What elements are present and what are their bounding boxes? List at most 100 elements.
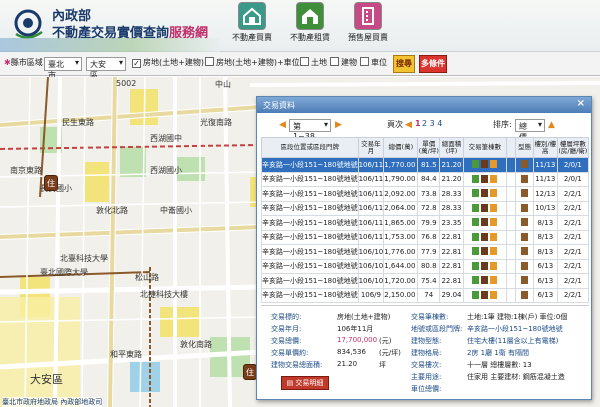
table-cell-date: 106/9 [357, 287, 385, 303]
table-row[interactable]: 辛亥路一小段151~180號地號 106/11 1,753.00 76.8 22.81 8… [261, 229, 590, 245]
table-cell-area: 23.35 [439, 215, 464, 231]
parking-icon [490, 232, 498, 241]
table-cell-addr: 辛亥路一小段151~180號地號 [261, 244, 359, 260]
table-cell-total: 1,770.00 [383, 157, 419, 173]
checkbox-icon[interactable] [300, 57, 309, 66]
table-cell-unit: 80.8 [417, 258, 441, 274]
table-cell-floor: 11/13 [532, 157, 558, 173]
district-select[interactable]: 大安區 [86, 57, 126, 80]
search-button[interactable]: 搜尋 [393, 55, 415, 73]
checkbox-icon[interactable] [330, 57, 339, 66]
table-cell-counts [462, 157, 507, 173]
table-row[interactable]: 辛亥路一小段151~180號地號 106/11 2,064.00 72.8 28.33 1… [261, 200, 590, 216]
parking-icon [490, 290, 498, 299]
table-row[interactable]: 辛亥路一小段151~180號地號 106/11 1,790.00 84.4 21.20 1… [261, 171, 590, 187]
table-cell-area: 22.81 [439, 258, 464, 274]
prev-icon[interactable]: ◀ [405, 120, 412, 130]
land-icon [472, 232, 480, 241]
land-icon [472, 174, 480, 183]
page-links[interactable]: 2 3 4 [422, 119, 442, 128]
building-icon [481, 261, 489, 270]
checkbox-icon[interactable] [205, 57, 214, 66]
option-building[interactable]: 建物 [330, 57, 357, 68]
residence-icon [521, 276, 529, 285]
page-range-select[interactable]: 第 1~38 筆 [289, 119, 331, 151]
city-select[interactable]: 臺北市 [44, 57, 82, 80]
table-cell-addr: 辛亥路一小段151~180號地號 [261, 186, 359, 202]
multi-condition-button[interactable]: 多條件 [419, 55, 447, 73]
house-rent-icon [296, 2, 324, 30]
table-cell-floor: 8/13 [532, 244, 558, 260]
table-cell-date: 106/11 [357, 229, 385, 245]
table-cell-date: 106/11 [357, 200, 385, 216]
checkbox-icon[interactable] [360, 57, 369, 66]
land-icon [472, 276, 480, 285]
land-icon [472, 160, 480, 169]
residence-icon [521, 160, 529, 169]
filter-bar: ✱縣市區域 臺北市 大安區 房地(土地+建物) 房地(土地+建物)+車位 土地 … [0, 52, 600, 80]
table-cell-unit: 77.9 [417, 244, 441, 260]
option-land-building[interactable]: 房地(土地+建物) [132, 57, 204, 68]
building-icon [481, 218, 489, 227]
parking-icon [490, 276, 498, 285]
map-label: 敦化北路 [96, 206, 128, 215]
checkbox-icon[interactable] [132, 59, 141, 68]
nav-sale[interactable]: 不動產買賣 [222, 2, 282, 43]
building-icon [481, 232, 489, 241]
table-cell-rooms: 2/2/1 [556, 258, 590, 274]
table-cell-date: 106/11 [357, 157, 385, 173]
residence-icon [521, 218, 529, 227]
table-cell-type [515, 200, 534, 216]
building-icon [481, 203, 489, 212]
page-current[interactable]: 1 [415, 119, 421, 128]
sort-asc-icon[interactable]: ▲ [548, 120, 555, 130]
parking-icon [490, 189, 498, 198]
table-cell-counts [462, 273, 507, 289]
table-cell-floor: 6/13 [532, 273, 558, 289]
close-icon[interactable]: × [577, 98, 585, 109]
table-cell-counts [462, 258, 507, 274]
option-land[interactable]: 土地 [300, 57, 327, 68]
building-icon [354, 2, 382, 30]
nav-presale[interactable]: 預售屋買賣 [338, 2, 398, 43]
table-cell-type [515, 287, 534, 303]
map-pin-icon[interactable]: 住 [44, 175, 58, 191]
table-cell-floor: 6/13 [532, 258, 558, 274]
nav-rent[interactable]: 不動產租賃 [280, 2, 340, 43]
table-cell-floor: 8/13 [532, 215, 558, 231]
table-cell-floor: 8/13 [532, 229, 558, 245]
table-cell-floor: 11/13 [532, 171, 558, 187]
ministry-logo[interactable] [10, 6, 50, 42]
building-icon [481, 189, 489, 198]
table-row[interactable]: 辛亥路一小段151~180號地號 106/10 1,644.00 80.8 22.81 6… [261, 258, 590, 274]
table-cell-area: 22.81 [439, 229, 464, 245]
residence-icon [521, 203, 529, 212]
table-cell-counts [462, 215, 507, 231]
next-page-icon[interactable]: ▶ [335, 120, 342, 130]
map-label: 南京東路 [10, 166, 42, 175]
table-cell-addr: 辛亥路一小段151~180號地號 [261, 171, 359, 187]
table-row[interactable]: 辛亥路一小段151~180號地號 106/11 2,092.00 73.8 28.33 1… [261, 186, 590, 202]
map-pin-icon[interactable]: 住 [243, 364, 257, 380]
table-row[interactable]: 辛亥路一小段151~180號地號 106/10 1,776.00 77.9 22.81 8… [261, 244, 590, 260]
transaction-detail-button[interactable]: ▤ 交易明細 [281, 376, 329, 390]
sort-select[interactable]: 總價 [515, 119, 545, 142]
table-cell-unit: 72.8 [417, 200, 441, 216]
land-icon [472, 203, 480, 212]
table-row[interactable]: 辛亥路一小段151~180號地號 106/11 1,770.00 81.5 21.20 1… [261, 157, 590, 173]
table-cell-type [515, 258, 534, 274]
table-cell-type [515, 157, 534, 173]
option-parking[interactable]: 車位 [360, 57, 387, 68]
option-land-building-parking[interactable]: 房地(土地+建物)+車位 [205, 57, 300, 68]
map-label: 北臺科技大學 [60, 254, 108, 263]
table-row[interactable]: 辛亥路一小段151~180號地號 106/10 1,720.00 75.4 22.81 6… [261, 273, 590, 289]
table-cell-unit: 84.4 [417, 171, 441, 187]
table-cell-total: 2,064.00 [383, 200, 419, 216]
parking-icon [490, 261, 498, 270]
table-row[interactable]: 辛亥路一小段151~180號地號 106/11 1,865.00 79.9 23.35 8… [261, 215, 590, 231]
prev-page-icon[interactable]: ◀ [279, 120, 286, 130]
parking-icon [490, 160, 498, 169]
table-cell-unit: 81.5 [417, 157, 441, 173]
table-cell-rooms: 2/0/1 [556, 171, 590, 187]
table-row[interactable]: 辛亥路一小段151~180號地號 106/9 2,150.00 74 29.04 6/13… [261, 287, 590, 303]
